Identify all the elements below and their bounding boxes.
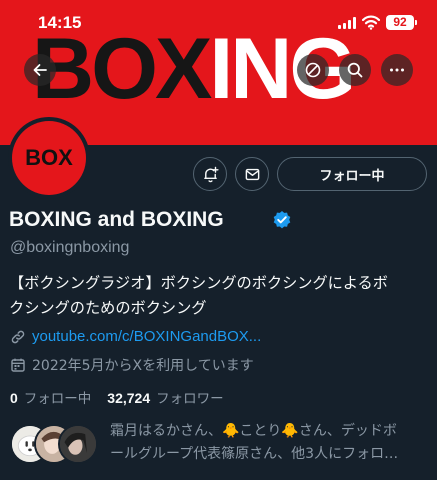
notifications-button[interactable] xyxy=(193,157,227,191)
follower-avatar xyxy=(58,424,98,464)
battery-indicator: 92 xyxy=(386,15,417,30)
joined-date-text: 2022年5月からXを利用しています xyxy=(32,358,254,374)
profile-link[interactable]: youtube.com/c/BOXINGandBOX... xyxy=(10,328,261,345)
block-button[interactable] xyxy=(297,54,329,86)
status-bar: 14:15 92 xyxy=(0,0,437,44)
follow-stats: 0 フォロー中 32,724 フォロワー xyxy=(10,387,224,407)
calendar-icon xyxy=(11,358,25,372)
back-arrow-icon xyxy=(33,64,47,76)
more-icon xyxy=(390,68,404,72)
followers-label[interactable]: フォロワー xyxy=(156,387,224,407)
avatar[interactable]: BOX xyxy=(8,117,90,199)
following-count[interactable]: 0 xyxy=(10,390,18,406)
more-button[interactable] xyxy=(381,54,413,86)
bio-line: 【ボクシングラジオ】ボクシングのボクシングによるボ xyxy=(9,274,388,292)
ban-icon xyxy=(305,62,321,78)
avatar-logo-text: BOX xyxy=(25,145,73,170)
following-label[interactable]: フォロー中 xyxy=(24,387,92,407)
search-button[interactable] xyxy=(339,54,371,86)
profile-link-text[interactable]: youtube.com/c/BOXINGandBOX... xyxy=(32,328,261,345)
back-button[interactable] xyxy=(24,54,56,86)
following-button[interactable]: フォロー中 xyxy=(277,157,427,191)
known-followers-avatars[interactable] xyxy=(10,424,102,464)
avatar-image: BOX xyxy=(12,121,86,195)
cellular-signal-icon xyxy=(338,17,356,29)
status-time: 14:15 xyxy=(38,13,82,32)
mail-icon xyxy=(245,168,259,180)
search-icon xyxy=(347,62,363,78)
display-name: BOXING and BOXING xyxy=(9,208,224,231)
known-followers-line: ールグループ代表篠原さん、他3人にフォロ… xyxy=(110,446,399,462)
profile-bio: 【ボクシングラジオ】ボクシングのボクシングによるボ クシングのためのボクシング xyxy=(9,271,429,321)
person-photo-icon xyxy=(60,426,96,462)
known-followers-text[interactable]: 霜月はるかさん、🐥ことり🐥さん、デッドボ ールグループ代表篠原さん、他3人にフォ… xyxy=(110,420,428,466)
verified-badge-icon[interactable] xyxy=(272,210,292,230)
bio-line: クシングのためのボクシング xyxy=(9,299,207,317)
user-handle: @boxingnboxing xyxy=(10,239,130,256)
link-icon xyxy=(11,330,25,343)
followers-count[interactable]: 32,724 xyxy=(107,390,150,406)
wifi-icon xyxy=(362,15,380,30)
joined-date: 2022年5月からXを利用しています xyxy=(10,355,254,375)
known-followers-line: 霜月はるかさん、🐥ことり🐥さん、デッドボ xyxy=(110,423,397,439)
message-button[interactable] xyxy=(235,157,269,191)
bell-plus-icon xyxy=(203,166,219,182)
